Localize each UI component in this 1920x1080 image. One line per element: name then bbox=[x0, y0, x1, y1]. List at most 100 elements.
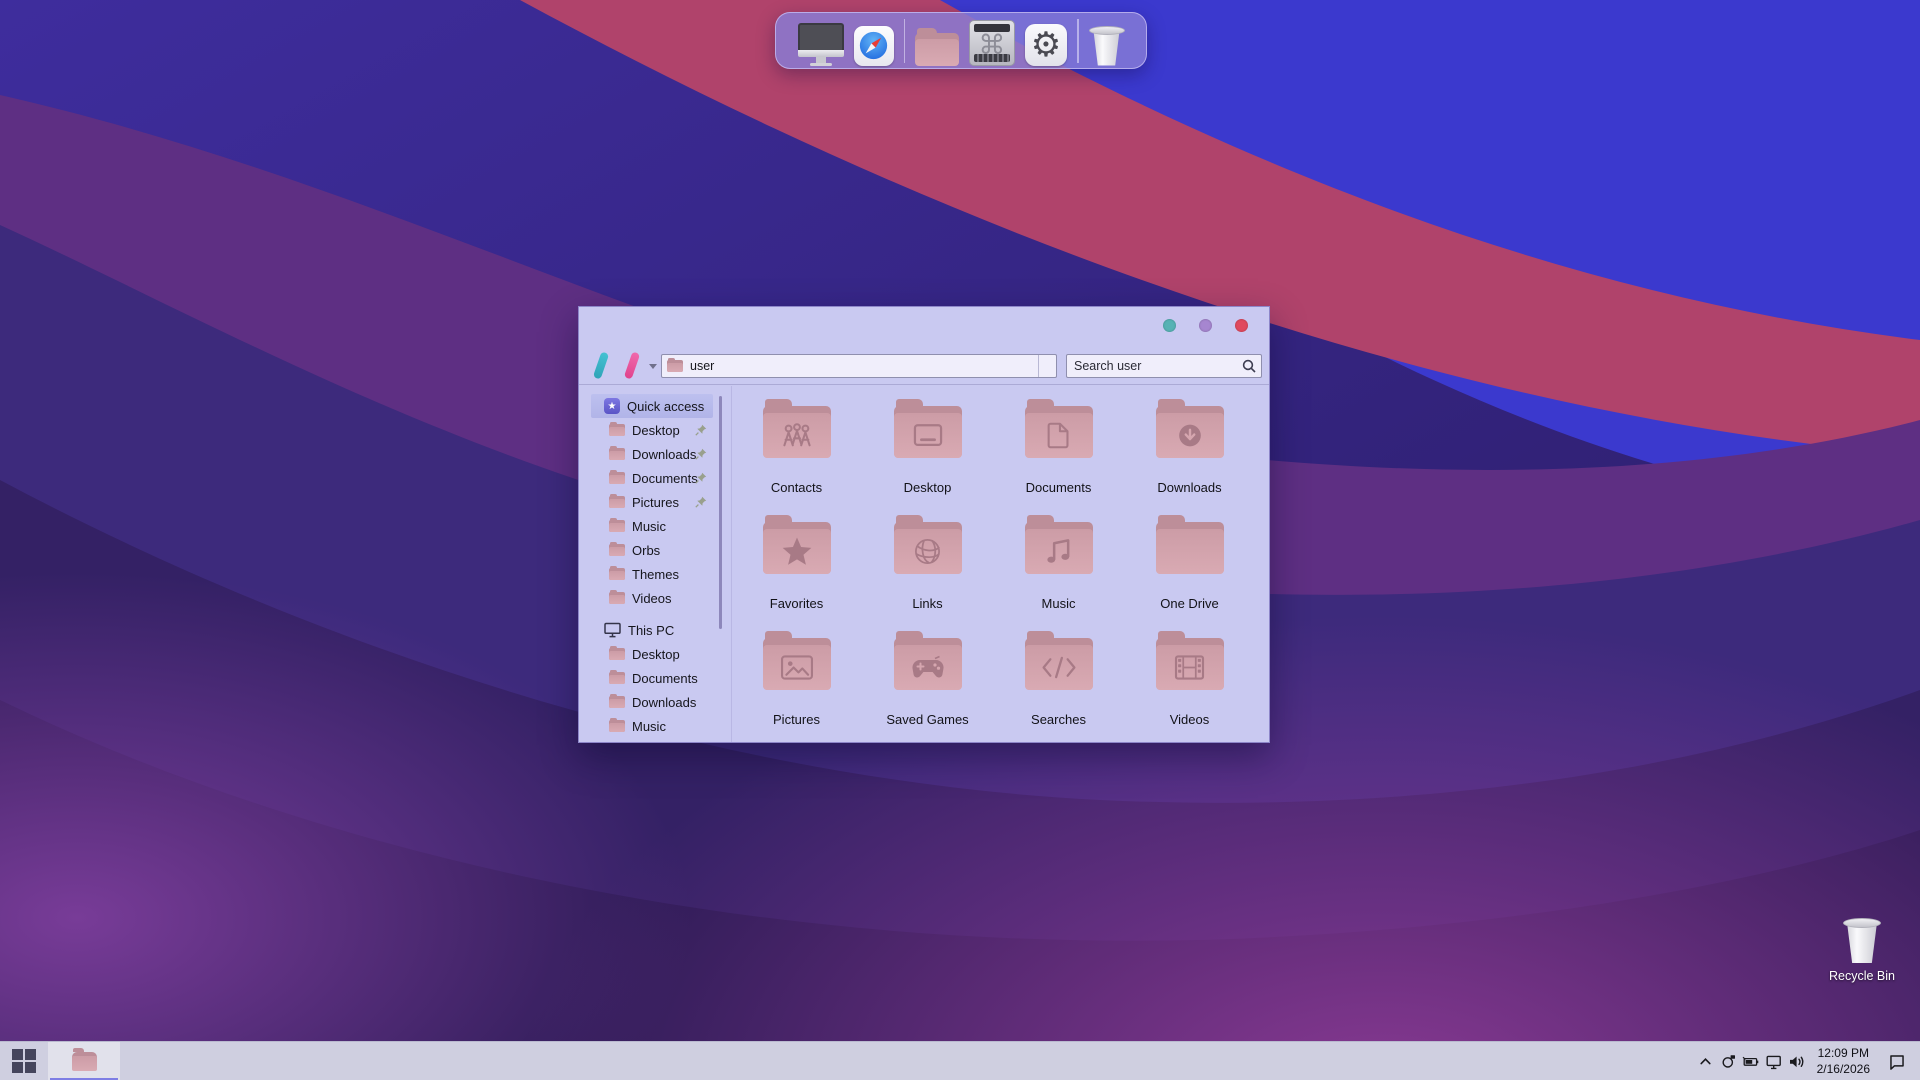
folder-tile-links[interactable]: Links bbox=[862, 509, 993, 625]
dock-display-icon[interactable] bbox=[798, 16, 844, 66]
sidebar-item-pictures[interactable]: Pictures bbox=[591, 490, 713, 514]
sidebar-item-desktop[interactable]: Desktop bbox=[591, 642, 713, 666]
sidebar-item-downloads[interactable]: Downloads bbox=[591, 442, 713, 466]
folder-tile-desktop[interactable]: Desktop bbox=[862, 393, 993, 509]
folder-icon bbox=[609, 472, 625, 484]
address-dropdown-button[interactable] bbox=[1038, 355, 1056, 377]
folder-label: One Drive bbox=[1160, 596, 1219, 611]
recycle-bin[interactable]: Recycle Bin bbox=[1822, 918, 1902, 983]
star-glyph bbox=[763, 529, 831, 574]
folder-icon bbox=[609, 520, 625, 532]
folder-tile-contacts[interactable]: Contacts bbox=[731, 393, 862, 509]
folder-label: Documents bbox=[1026, 480, 1092, 495]
start-button[interactable] bbox=[0, 1042, 48, 1080]
sidebar-item-label: Orbs bbox=[632, 543, 660, 558]
folder-tile-downloads[interactable]: Downloads bbox=[1124, 393, 1255, 509]
folder-label: Videos bbox=[1170, 712, 1210, 727]
pin-icon bbox=[695, 496, 707, 511]
network-icon[interactable] bbox=[1763, 1042, 1786, 1080]
sidebar-item-label: Downloads bbox=[632, 447, 696, 462]
sidebar-section-quick-access[interactable]: ★Quick access bbox=[591, 394, 713, 418]
folder-icon bbox=[609, 448, 625, 460]
download-glyph bbox=[1156, 413, 1224, 458]
dock-trash-icon[interactable] bbox=[1089, 16, 1125, 66]
sidebar-item-desktop[interactable]: Desktop bbox=[591, 418, 713, 442]
folder-tile-one-drive[interactable]: One Drive bbox=[1124, 509, 1255, 625]
folder-tile-searches[interactable]: Searches bbox=[993, 625, 1124, 741]
sidebar-item-documents[interactable]: Documents bbox=[591, 466, 713, 490]
sidebar-item-label: Music bbox=[632, 719, 666, 734]
search-box[interactable] bbox=[1066, 354, 1262, 378]
dock-harddrive-icon[interactable]: ⌘ bbox=[969, 16, 1015, 66]
folder-label: Contacts bbox=[771, 480, 822, 495]
dock-folder-icon[interactable] bbox=[915, 16, 959, 66]
folder-icon bbox=[609, 696, 625, 708]
folder-tile-pictures[interactable]: Pictures bbox=[731, 625, 862, 741]
taskbar-clock[interactable]: 12:09 PM 2/16/2026 bbox=[1817, 1046, 1870, 1077]
taskbar: 12:09 PM 2/16/2026 bbox=[0, 1041, 1920, 1080]
code-glyph bbox=[1025, 645, 1093, 690]
folder-label: Links bbox=[912, 596, 942, 611]
folder-tile-favorites[interactable]: Favorites bbox=[731, 509, 862, 625]
forward-slash-icon[interactable] bbox=[624, 351, 640, 379]
folder-icon bbox=[763, 638, 831, 690]
sidebar-item-videos[interactable]: Videos bbox=[591, 586, 713, 610]
tray-icons bbox=[1694, 1042, 1809, 1080]
computer-icon bbox=[604, 622, 621, 638]
sidebar-item-label: Documents bbox=[632, 671, 698, 686]
folder-tile-music[interactable]: Music bbox=[993, 509, 1124, 625]
window-titlebar[interactable] bbox=[579, 307, 1269, 347]
dock-safari-icon[interactable] bbox=[854, 16, 894, 66]
sidebar-item-label: Documents bbox=[632, 471, 698, 486]
pin-icon bbox=[695, 424, 707, 439]
folder-icon bbox=[1156, 522, 1224, 574]
pin-icon bbox=[695, 448, 707, 463]
clock-time: 12:09 PM bbox=[1817, 1046, 1870, 1062]
folder-grid: Contacts Desktop Documents Downloads Favorit… bbox=[731, 393, 1269, 742]
sidebar-section-this-pc[interactable]: This PC bbox=[591, 618, 713, 642]
sidebar-item-label: Themes bbox=[632, 567, 679, 582]
minimize-button[interactable] bbox=[1163, 319, 1176, 332]
folder-icon bbox=[609, 672, 625, 684]
battery-icon[interactable] bbox=[1740, 1042, 1763, 1080]
sidebar-scrollbar[interactable] bbox=[719, 396, 722, 629]
dock-system-preferences-icon[interactable]: ⚙ bbox=[1025, 16, 1067, 66]
dock-separator bbox=[1077, 19, 1079, 63]
address-input[interactable] bbox=[690, 359, 1038, 373]
close-button[interactable] bbox=[1235, 319, 1248, 332]
address-history-chevron-icon[interactable] bbox=[649, 364, 657, 369]
sidebar-item-downloads[interactable]: Downloads bbox=[591, 690, 713, 714]
maximize-button[interactable] bbox=[1199, 319, 1212, 332]
search-input[interactable] bbox=[1074, 359, 1242, 373]
sidebar-item-label: Desktop bbox=[632, 423, 680, 438]
clock-date: 2/16/2026 bbox=[1817, 1062, 1870, 1078]
folder-tile-videos[interactable]: Videos bbox=[1124, 625, 1255, 741]
quick-access-star-icon: ★ bbox=[604, 398, 620, 414]
folder-tile-saved-games[interactable]: Saved Games bbox=[862, 625, 993, 741]
sidebar-item-label: Pictures bbox=[632, 495, 679, 510]
folder-tile-documents[interactable]: Documents bbox=[993, 393, 1124, 509]
volume-icon[interactable] bbox=[1786, 1042, 1809, 1080]
folder-icon bbox=[609, 720, 625, 732]
tray-utility-icon[interactable] bbox=[1717, 1042, 1740, 1080]
address-folder-icon bbox=[667, 360, 683, 372]
taskbar-app-file-explorer[interactable] bbox=[48, 1042, 120, 1080]
back-slash-icon[interactable] bbox=[593, 351, 609, 379]
address-bar[interactable] bbox=[661, 354, 1057, 378]
sidebar-item-themes[interactable]: Themes bbox=[591, 562, 713, 586]
folder-icon bbox=[894, 638, 962, 690]
sidebar-item-orbs[interactable]: Orbs bbox=[591, 538, 713, 562]
dock: ⌘⚙ bbox=[775, 12, 1147, 69]
folder-label: Saved Games bbox=[886, 712, 968, 727]
action-center-icon[interactable] bbox=[1880, 1042, 1914, 1080]
sidebar-item-music[interactable]: Music bbox=[591, 514, 713, 538]
chevron-up-icon[interactable] bbox=[1694, 1042, 1717, 1080]
sidebar-item-music[interactable]: Music bbox=[591, 714, 713, 738]
folder-label: Pictures bbox=[773, 712, 820, 727]
folder-label: Music bbox=[1042, 596, 1076, 611]
folder-label: Favorites bbox=[770, 596, 823, 611]
desktop: ⌘⚙ ★Quick accessDesktopD bbox=[0, 0, 1920, 1080]
sidebar-item-documents[interactable]: Documents bbox=[591, 666, 713, 690]
gamepad-glyph bbox=[894, 645, 962, 690]
folder-icon bbox=[1025, 522, 1093, 574]
